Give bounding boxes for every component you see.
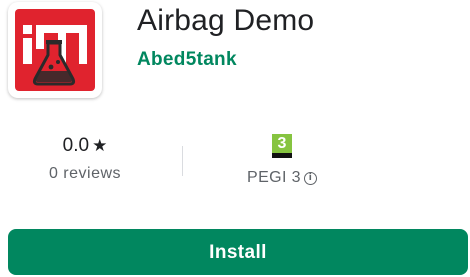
pegi-badge-icon: 3 [272,134,292,158]
reviews-count: 0 reviews [48,165,122,182]
app-icon[interactable] [8,2,102,98]
star-icon: ★ [92,136,108,155]
content-rating-label: PEGI 3 [247,169,301,186]
install-button[interactable]: Install [8,229,468,275]
app-title: Airbag Demo [137,4,315,37]
developer-link[interactable]: Abed5tank [137,49,237,71]
pegi-badge-number: 3 [272,134,292,153]
content-rating[interactable]: 3 PEGI 3i [222,134,342,187]
app-details-header: Airbag Demo Abed5tank 0.0 ★ 0 reviews 3 P… [0,0,470,277]
rating-summary: 0.0 ★ 0 reviews [20,134,150,183]
lab-flask-logo-icon [15,9,95,91]
rating-value: 0.0 [62,135,90,156]
stats-divider [182,146,183,176]
info-icon[interactable]: i [303,172,317,185]
